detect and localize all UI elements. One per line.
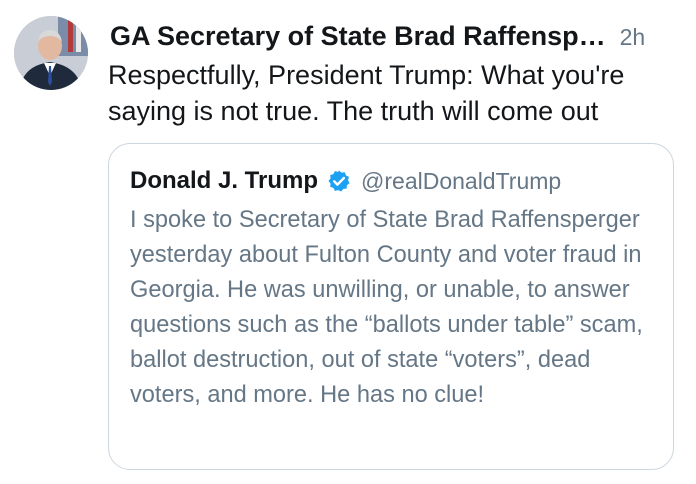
tweet-header: GA Secretary of State Brad Raffensp… 2h <box>110 21 682 57</box>
quoted-author-handle: @realDonaldTrump <box>361 167 562 194</box>
verified-badge-icon <box>327 169 351 193</box>
quoted-tweet-text: I spoke to Secretary of State Brad Raffe… <box>130 207 643 408</box>
tweet[interactable]: GA Secretary of State Brad Raffensp… 2h … <box>0 0 696 484</box>
avatar[interactable] <box>14 16 88 90</box>
quoted-tweet-header: Donald J. Trump @realDonaldTrump <box>130 167 561 195</box>
tweet-text: Respectfully, President Trump: What you'… <box>108 60 625 126</box>
quoted-author-name: Donald J. Trump <box>130 167 319 194</box>
author-name[interactable]: GA Secretary of State Brad Raffensp… <box>110 21 606 52</box>
timestamp[interactable]: 2h <box>620 24 646 51</box>
quoted-tweet[interactable]: Donald J. Trump @realDonaldTrump I spoke… <box>108 143 674 470</box>
